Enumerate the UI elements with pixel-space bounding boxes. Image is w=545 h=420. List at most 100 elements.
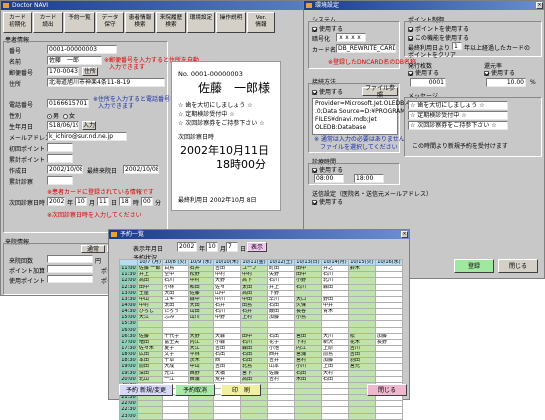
tel-field[interactable]: 0166615701	[47, 99, 89, 108]
use-label: 使用する	[491, 70, 516, 77]
point-add-field[interactable]	[47, 265, 93, 273]
male-label: 男	[53, 113, 60, 120]
card-next-label: 次回診察日時	[178, 134, 215, 141]
sched-year-field[interactable]: 2002	[177, 242, 197, 252]
reserve-new-button[interactable]: 予約 新規/変更	[119, 384, 173, 396]
issue-count-field[interactable]: 0001	[410, 78, 446, 87]
appointment-cell[interactable]	[162, 412, 189, 420]
mail-field[interactable]: k_ichiro@sur.nd.ne.jp	[47, 132, 127, 141]
appointment-cell[interactable]	[239, 412, 268, 420]
connect-note: ※ 通常は入力の必要はありません ファイルを選択してください	[314, 136, 405, 151]
patient-search-button[interactable]: 患者情報 検索	[125, 12, 155, 33]
close-time-field[interactable]: 18:00	[354, 174, 384, 183]
min-unit: 分	[155, 200, 162, 207]
enc-field[interactable]: ｘｘｘｘ	[336, 33, 366, 42]
appointment-cell[interactable]	[374, 412, 404, 420]
print-button[interactable]: 印 刷	[221, 384, 261, 396]
radio-off-icon	[63, 114, 68, 119]
connect-use-check[interactable]: 使用する	[312, 87, 343, 96]
version-info-button[interactable]: Ver. 情報	[247, 12, 275, 33]
issue-use-check[interactable]: 使用する	[408, 68, 439, 77]
data-maintenance-button[interactable]: データ 保守	[96, 12, 124, 33]
sched-day-unit: 日	[240, 246, 247, 253]
register-button[interactable]: 登録	[454, 259, 494, 273]
settings-close-icon[interactable]: ×	[536, 2, 543, 9]
schedule-row: 23:00	[119, 412, 404, 420]
sched-month-field[interactable]: 10	[206, 242, 218, 252]
open-time-field[interactable]: 08:00	[314, 174, 344, 183]
checkbox-icon	[408, 36, 413, 41]
appointment-cell[interactable]	[347, 412, 376, 420]
connection-string-field[interactable]: Provider=Microsoft.Jet.OLEDB.4 .0;Data S…	[312, 98, 410, 135]
time-cell: 15:00	[119, 314, 138, 322]
message-line-2[interactable]: ☆ 定期検診受付中 ☆	[408, 111, 508, 120]
use-label: 使用する	[319, 167, 344, 174]
address-field[interactable]: 北海道旭川市神楽4条11-8-19	[47, 78, 165, 87]
file-browse-button[interactable]: ファイル参照	[362, 85, 398, 99]
hours-use-check[interactable]: 使用する	[312, 165, 343, 174]
next-hour-field[interactable]: 18	[119, 197, 131, 206]
birth-input-button[interactable]: 入力	[82, 121, 96, 130]
point-use-check[interactable]: ポイントを使用する	[408, 24, 469, 33]
month-unit: 月	[89, 200, 96, 207]
appointment-cell[interactable]	[293, 412, 322, 420]
point-use-field[interactable]	[47, 275, 93, 283]
total-point-field[interactable]	[47, 154, 73, 163]
tab-normal[interactable]: 通常	[81, 245, 105, 253]
day-header: 10/14(月)	[320, 258, 349, 267]
use-label: 使用する	[319, 26, 344, 33]
appointment-cell[interactable]	[187, 412, 215, 420]
appointment-cell[interactable]	[136, 412, 164, 420]
schedule-close-button[interactable]: 閉じる	[367, 384, 407, 396]
card-read-button[interactable]: カード 読出	[33, 12, 63, 33]
count-field[interactable]	[47, 176, 73, 185]
first-point-field[interactable]	[47, 143, 73, 152]
sex-radio-female[interactable]: 女	[63, 111, 75, 120]
visit-history-button[interactable]: 来院履歴 検索	[156, 12, 186, 33]
birth-field[interactable]: S18/06/19	[47, 121, 79, 130]
schedule-close-icon[interactable]: ×	[401, 231, 408, 238]
zip-field[interactable]: 170-0043	[47, 67, 79, 76]
issue-date-field[interactable]: 2002/10/08	[47, 165, 83, 174]
sex-radio-male[interactable]: 男	[47, 111, 59, 120]
name-field[interactable]: 佐藤 一郎	[47, 56, 102, 65]
environment-settings-button[interactable]: 環境設定	[187, 12, 215, 33]
visits-field[interactable]	[47, 255, 93, 263]
message-line-3[interactable]: ☆ 次回診察券をご持参下さい ☆	[408, 121, 508, 130]
card-name-field[interactable]: DB_REWRITE_CARD	[336, 44, 396, 53]
point-use-text: ポイントを使用する	[415, 26, 470, 33]
next-min-field[interactable]: 00	[141, 197, 153, 206]
appointment-cell[interactable]	[213, 412, 241, 420]
show-button[interactable]: 表示	[247, 242, 267, 252]
address-lookup-button[interactable]: 住所	[82, 67, 98, 76]
id-field[interactable]: 0001-00000003	[47, 45, 117, 54]
rate-use-check[interactable]: 使用する	[484, 68, 515, 77]
point-feature-check[interactable]: この機能を使用する	[408, 33, 469, 42]
message-line-1[interactable]: ☆ 歯を大切にしましょう ☆	[408, 101, 508, 110]
point-clear-years[interactable]: 1	[452, 42, 462, 50]
system-use-check[interactable]: 使用する	[312, 24, 343, 33]
card-init-button[interactable]: カード 初期化	[3, 12, 32, 33]
next-year-field[interactable]: 2002	[47, 197, 65, 206]
appointment-cell[interactable]	[320, 412, 349, 420]
sched-day-field[interactable]: 7	[226, 242, 238, 252]
checkbox-icon	[312, 200, 317, 205]
day-header: 10/13(日)	[293, 258, 322, 267]
card-note: ※登録したDNCARD名のDB名称	[328, 59, 416, 66]
last-visit-field[interactable]: 2002/10/08	[123, 165, 159, 174]
rate-field[interactable]: 10.00	[486, 78, 526, 87]
mail-use-check[interactable]: 使用する	[312, 197, 343, 206]
issue-label: 作成日	[9, 168, 28, 175]
operation-help-button[interactable]: 操作説明	[216, 12, 246, 33]
time-cell: 11:00	[119, 265, 138, 273]
appointment-cell[interactable]: 佐藤 一郎	[136, 265, 164, 273]
reserve-cancel-button[interactable]: 予約取消	[175, 384, 215, 396]
appointment-list-button[interactable]: 予約一覧	[64, 12, 95, 33]
next-day-field[interactable]: 11	[97, 197, 109, 206]
card-name-label: カード名	[312, 47, 337, 54]
settings-close-button[interactable]: 閉じる	[498, 259, 538, 273]
next-month-field[interactable]: 10	[75, 197, 87, 206]
appointment-cell[interactable]	[266, 412, 295, 420]
time-cell: 16:30	[119, 332, 138, 340]
checkbox-icon	[312, 168, 317, 173]
